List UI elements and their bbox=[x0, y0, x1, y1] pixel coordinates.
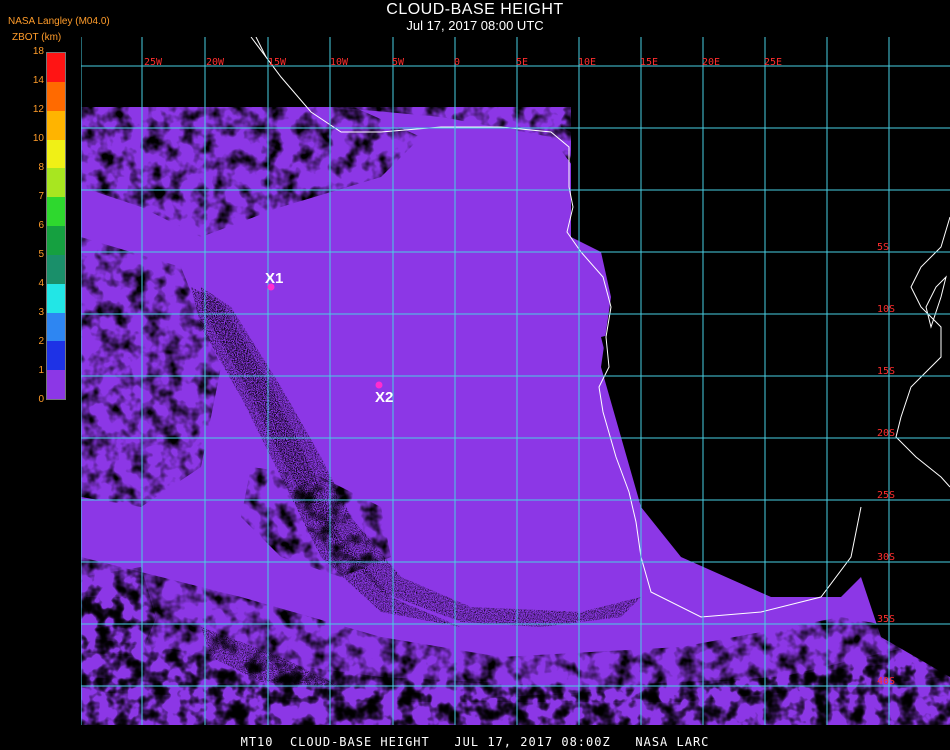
colorbar-tick-label: 1 bbox=[38, 365, 44, 376]
units-label: ZBOT (km) bbox=[12, 32, 62, 43]
longitude-label: 20W bbox=[206, 57, 225, 68]
latitude-label: 35S bbox=[877, 614, 895, 625]
cape-band-orange bbox=[681, 507, 861, 537]
colorbar-segment bbox=[47, 254, 65, 284]
footer-caption: MT10 CLOUD-BASE HEIGHT JUL 17, 2017 08:0… bbox=[240, 735, 710, 749]
cloud-field bbox=[81, 37, 950, 725]
colorbar-segment bbox=[47, 312, 65, 342]
colorbar-tick-label: 18 bbox=[32, 46, 44, 57]
longitude-label: 20E bbox=[702, 57, 720, 68]
colorbar-segment bbox=[47, 53, 65, 82]
colorbar-segment bbox=[47, 283, 65, 313]
map-canvas: 5S 10S 15S 20S 25S 30S 35S 40S 25W 20W 15W 10W 5W 0 5E… bbox=[81, 37, 950, 725]
latitude-label: 5S bbox=[877, 242, 889, 253]
latitude-label: 20S bbox=[877, 428, 895, 439]
colorbar-segment bbox=[47, 139, 65, 169]
colorbar-segment bbox=[47, 110, 65, 140]
colorbar-tick-label: 5 bbox=[38, 249, 44, 260]
longitude-label: 5E bbox=[516, 57, 528, 68]
colorbar-tick-label: 7 bbox=[38, 191, 44, 202]
latitude-label: 30S bbox=[877, 552, 895, 563]
colorbar-tick-label: 6 bbox=[38, 220, 44, 231]
colorbar-tick-label: 4 bbox=[38, 278, 44, 289]
colorbar-tick-label: 3 bbox=[38, 307, 44, 318]
colorbar-tick-label: 2 bbox=[38, 336, 44, 347]
colorbar-segment bbox=[47, 341, 65, 371]
colorbar-tick-label: 12 bbox=[32, 104, 44, 115]
marker-x2-dot bbox=[375, 381, 383, 389]
marker-x2-label: X2 bbox=[375, 389, 393, 406]
longitude-label: 5W bbox=[392, 57, 405, 68]
longitude-label: 25W bbox=[144, 57, 163, 68]
longitude-label: 10W bbox=[330, 57, 349, 68]
org-label: NASA Langley (M04.0) bbox=[8, 16, 110, 27]
latitude-label: 15S bbox=[877, 366, 895, 377]
longitude-label: 25E bbox=[764, 57, 782, 68]
latitude-label: 10S bbox=[877, 304, 895, 315]
colorbar-tick-label: 8 bbox=[38, 162, 44, 173]
colorbar-segment bbox=[47, 168, 65, 198]
marker-x1-label: X1 bbox=[265, 270, 283, 287]
map-title: CLOUD-BASE HEIGHT bbox=[386, 1, 564, 18]
colorbar-tick-label: 10 bbox=[32, 133, 44, 144]
sw-storm-red bbox=[86, 597, 131, 632]
map-date: Jul 17, 2017 08:00 UTC bbox=[406, 18, 544, 33]
colorbar-segment bbox=[47, 197, 65, 227]
longitude-label: 15W bbox=[268, 57, 287, 68]
colorbar-segment bbox=[47, 226, 65, 255]
latitude-label: 25S bbox=[877, 490, 895, 501]
longitude-label: 0 bbox=[454, 57, 460, 68]
colorbar-segment bbox=[47, 370, 65, 399]
colorbar-legend bbox=[46, 52, 66, 400]
colorbar-tick-label: 0 bbox=[38, 394, 44, 405]
satellite-map[interactable]: 5S 10S 15S 20S 25S 30S 35S 40S 25W 20W 15W 10W 5W 0 5E… bbox=[81, 37, 950, 725]
colorbar-segment bbox=[47, 81, 65, 111]
longitude-label: 15E bbox=[640, 57, 658, 68]
latitude-label: 40S bbox=[877, 676, 895, 687]
colorbar-tick-label: 14 bbox=[32, 75, 44, 86]
longitude-label: 10E bbox=[578, 57, 596, 68]
